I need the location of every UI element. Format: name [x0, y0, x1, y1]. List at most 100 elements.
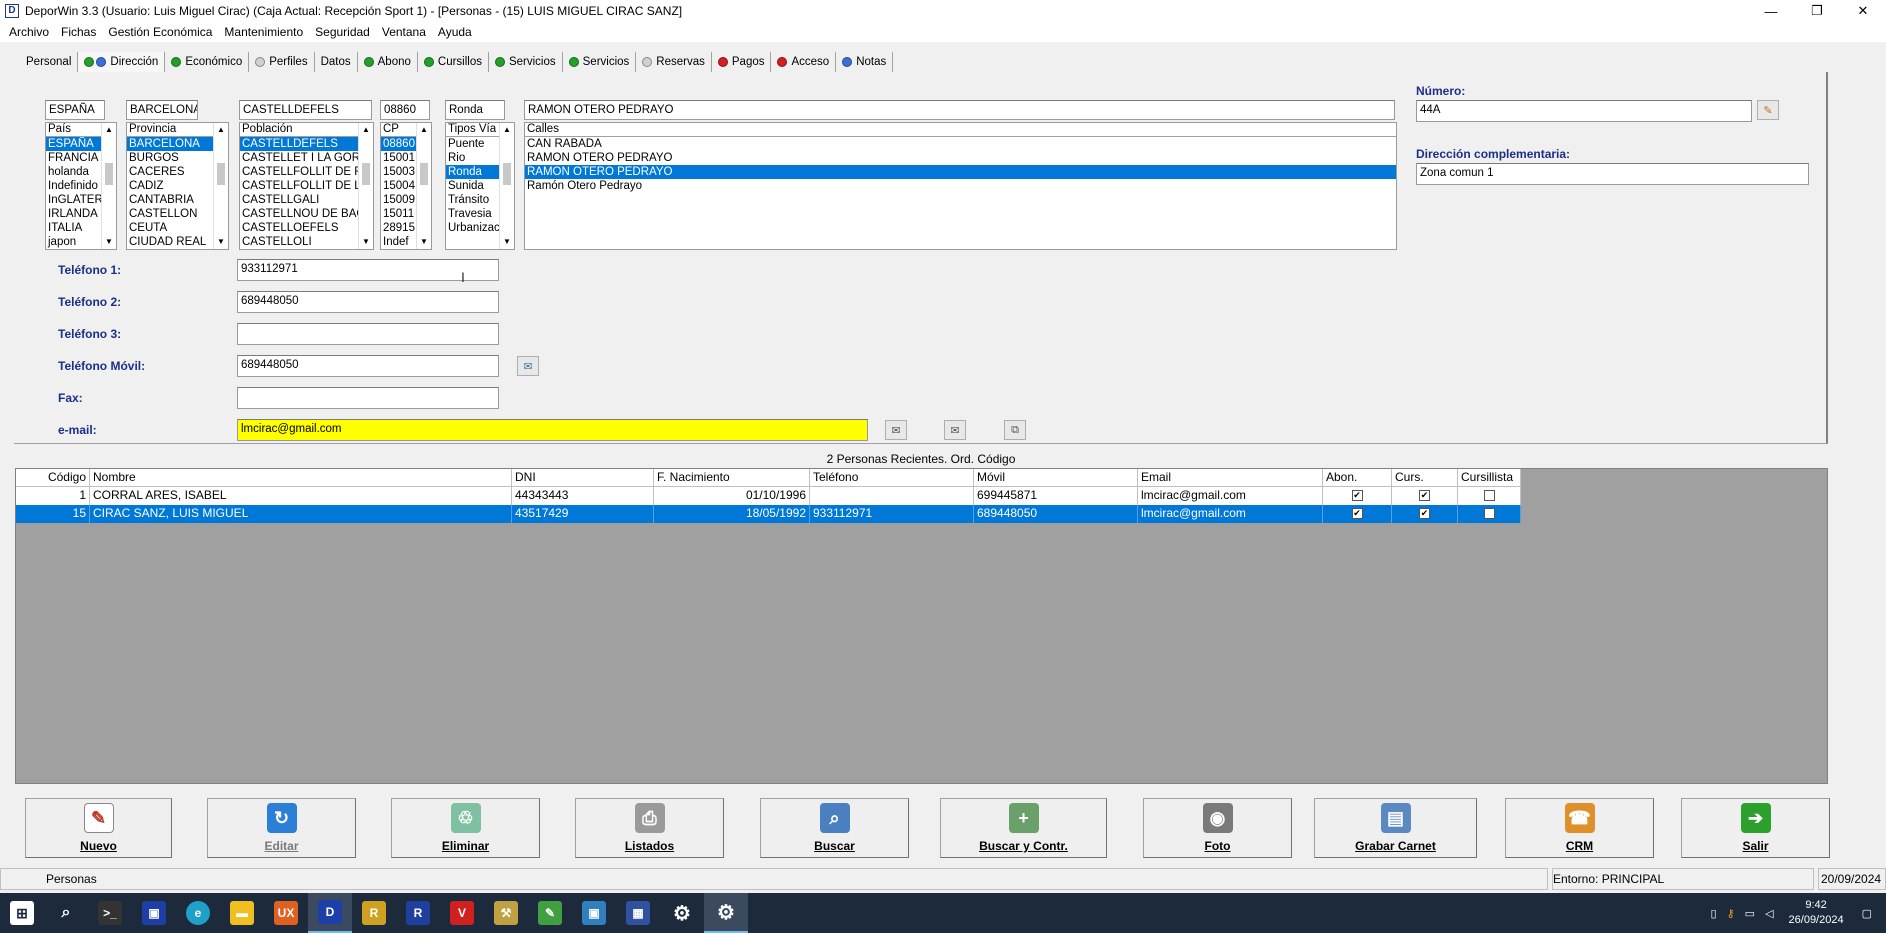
column-header[interactable]: Móvil	[974, 469, 1138, 487]
movil-input[interactable]: 689448050	[237, 355, 499, 377]
scroll-thumb[interactable]	[362, 163, 370, 185]
tab-12[interactable]: Notas	[836, 52, 894, 72]
taskbar-edge[interactable]: e	[176, 893, 220, 933]
tab-7[interactable]: Servicios	[489, 52, 563, 72]
foto-button[interactable]: ◉ Foto	[1143, 798, 1292, 858]
curs-checkbox[interactable]: ✔	[1419, 508, 1430, 520]
scroll-up-icon[interactable]: ▲	[500, 123, 514, 137]
pais-scrollbar[interactable]: ▲ ▼	[101, 123, 116, 249]
poblacion-list-item[interactable]: CASTELLNOU DE BAG	[240, 207, 373, 221]
menu-archivo[interactable]: Archivo	[3, 25, 55, 39]
scroll-up-icon[interactable]: ▲	[102, 123, 116, 137]
telefono2-input[interactable]: 689448050	[237, 291, 499, 313]
listados-button[interactable]: ⎙ Listados	[575, 798, 724, 858]
menu-seguridad[interactable]: Seguridad	[309, 25, 376, 39]
buscar-contr-button[interactable]: + Buscar y Contr.	[940, 798, 1107, 858]
tab-5[interactable]: Abono	[358, 52, 418, 72]
menu-ayuda[interactable]: Ayuda	[432, 25, 478, 39]
tab-1[interactable]: Dirección	[78, 52, 166, 72]
tab-9[interactable]: Reservas	[636, 52, 712, 72]
cursillista-checkbox[interactable]	[1483, 490, 1495, 502]
taskbar-screen[interactable]: ▣	[572, 893, 616, 933]
complementaria-input[interactable]: Zona comun 1	[1416, 163, 1809, 185]
provincia-scrollbar[interactable]: ▲ ▼	[213, 123, 228, 249]
menu-ventana[interactable]: Ventana	[376, 25, 432, 39]
salir-button[interactable]: ➔ Salir	[1681, 798, 1830, 858]
column-header[interactable]: DNI	[512, 469, 654, 487]
poblacion-list-item[interactable]: CASTELLFOLLIT DE R	[240, 165, 373, 179]
taskbar-notes[interactable]: ✎	[528, 893, 572, 933]
calle-list-item[interactable]: RAMON OTERO PEDRAYO	[525, 165, 1396, 179]
pais-list[interactable]: País ESPAÑA FRANCIA holanda Indefinido InGLAT…	[45, 122, 117, 250]
cp-scrollbar[interactable]: ▲ ▼	[416, 123, 431, 249]
notifications-icon[interactable]: ▢	[1862, 907, 1872, 920]
provincia-field[interactable]: BARCELONA	[126, 100, 198, 120]
close-button[interactable]: ✕	[1840, 0, 1886, 22]
email-send-icon[interactable]: ✉	[885, 420, 907, 440]
calle-list-item[interactable]: Ramón Otero Pedrayo	[525, 179, 1396, 193]
taskbar-r-blue[interactable]: R	[396, 893, 440, 933]
tipo-via-field[interactable]: Ronda	[445, 100, 505, 120]
numero-input[interactable]: 44A	[1416, 100, 1752, 122]
taskbar-settings-1[interactable]: ⚙	[660, 893, 704, 933]
taskbar-r-yellow[interactable]: R	[352, 893, 396, 933]
tab-10[interactable]: Pagos	[712, 52, 772, 72]
abon-checkbox[interactable]: ✔	[1351, 490, 1363, 502]
tab-11[interactable]: Acceso	[771, 52, 837, 72]
scroll-up-icon[interactable]: ▲	[417, 123, 431, 137]
calle-list-item[interactable]: CAN RABADA	[525, 137, 1396, 151]
column-header[interactable]: Cursillista	[1458, 469, 1521, 487]
column-header[interactable]: Nombre	[90, 469, 512, 487]
table-row[interactable]: 1 CORRAL ARES, ISABEL 44343443 01/10/1996 69…	[16, 487, 1827, 505]
scroll-down-icon[interactable]: ▼	[102, 235, 116, 249]
buscar-button[interactable]: ⌕ Buscar	[760, 798, 909, 858]
minimize-button[interactable]: —	[1748, 0, 1794, 22]
eliminar-button[interactable]: ♲ Eliminar	[391, 798, 540, 858]
taskbar-ux[interactable]: UX	[264, 893, 308, 933]
taskbar-search[interactable]: ⌕	[44, 893, 88, 933]
sms-button[interactable]: ✉	[517, 356, 539, 376]
volume-icon[interactable]: ◁	[1765, 907, 1773, 920]
poblacion-list-item[interactable]: CASTELLGALI	[240, 193, 373, 207]
taskbar-clock[interactable]: 9:42 26/09/2024	[1789, 898, 1844, 928]
scroll-up-icon[interactable]: ▲	[214, 123, 228, 137]
restore-button[interactable]: ❐	[1794, 0, 1840, 22]
curs-checkbox[interactable]: ✔	[1419, 490, 1430, 502]
cursillista-checkbox[interactable]	[1483, 508, 1495, 520]
taskbar-explorer[interactable]: ▬	[220, 893, 264, 933]
tab-3[interactable]: Perfiles	[249, 52, 315, 72]
scroll-down-icon[interactable]: ▼	[214, 235, 228, 249]
email-input[interactable]: lmcirac@gmail.com	[237, 419, 868, 441]
table-row[interactable]: 15 CIRAC SANZ, LUIS MIGUEL 43517429 18/05/1…	[16, 505, 1827, 523]
taskbar-settings-2[interactable]: ⚙	[704, 893, 748, 933]
column-header[interactable]: F. Nacimiento	[654, 469, 810, 487]
poblacion-list-item[interactable]: CASTELLFOLLIT DE L	[240, 179, 373, 193]
taskbar-v[interactable]: V	[440, 893, 484, 933]
telefono3-input[interactable]	[237, 323, 499, 345]
cp-field[interactable]: 08860	[380, 100, 430, 120]
tipo-via-list[interactable]: Tipos Vía Puente Rio Ronda Sunida Tránsito Tra…	[445, 122, 515, 250]
scroll-down-icon[interactable]: ▼	[417, 235, 431, 249]
poblacion-scrollbar[interactable]: ▲ ▼	[358, 123, 373, 249]
taskbar-terminal[interactable]: >_	[88, 893, 132, 933]
scroll-down-icon[interactable]: ▼	[500, 235, 514, 249]
poblacion-field[interactable]: CASTELLDEFELS	[239, 100, 372, 120]
tab-0[interactable]: Personal	[20, 52, 79, 72]
abon-checkbox[interactable]: ✔	[1351, 508, 1363, 520]
email-open-icon[interactable]: ✉	[944, 420, 966, 440]
tab-2[interactable]: Económico	[165, 52, 250, 72]
cp-list[interactable]: CP 08860 15001 15003 15004 15009 15011 28915 Ind…	[380, 122, 432, 250]
nuevo-button[interactable]: ✎ Nuevo	[25, 798, 172, 858]
pais-field[interactable]: ESPAÑA	[45, 100, 105, 120]
key-icon[interactable]: ⚷	[1727, 907, 1735, 920]
taskbar-deporwin[interactable]: D	[308, 893, 352, 933]
tab-6[interactable]: Cursillos	[418, 52, 489, 72]
menu-gestion-economica[interactable]: Gestión Económica	[102, 25, 218, 39]
scroll-thumb[interactable]	[503, 163, 511, 185]
tab-8[interactable]: Servicios	[563, 52, 637, 72]
provincia-list[interactable]: Provincia BARCELONA BURGOS CACERES CADIZ CANT…	[126, 122, 229, 250]
calle-list-item[interactable]: RAMON OTERO PEDRAYO	[525, 151, 1396, 165]
menu-mantenimiento[interactable]: Mantenimiento	[218, 25, 309, 39]
calles-list[interactable]: Calles CAN RABADA RAMON OTERO PEDRAYO RAMON…	[524, 122, 1397, 250]
crm-button[interactable]: ☎ CRM	[1505, 798, 1654, 858]
